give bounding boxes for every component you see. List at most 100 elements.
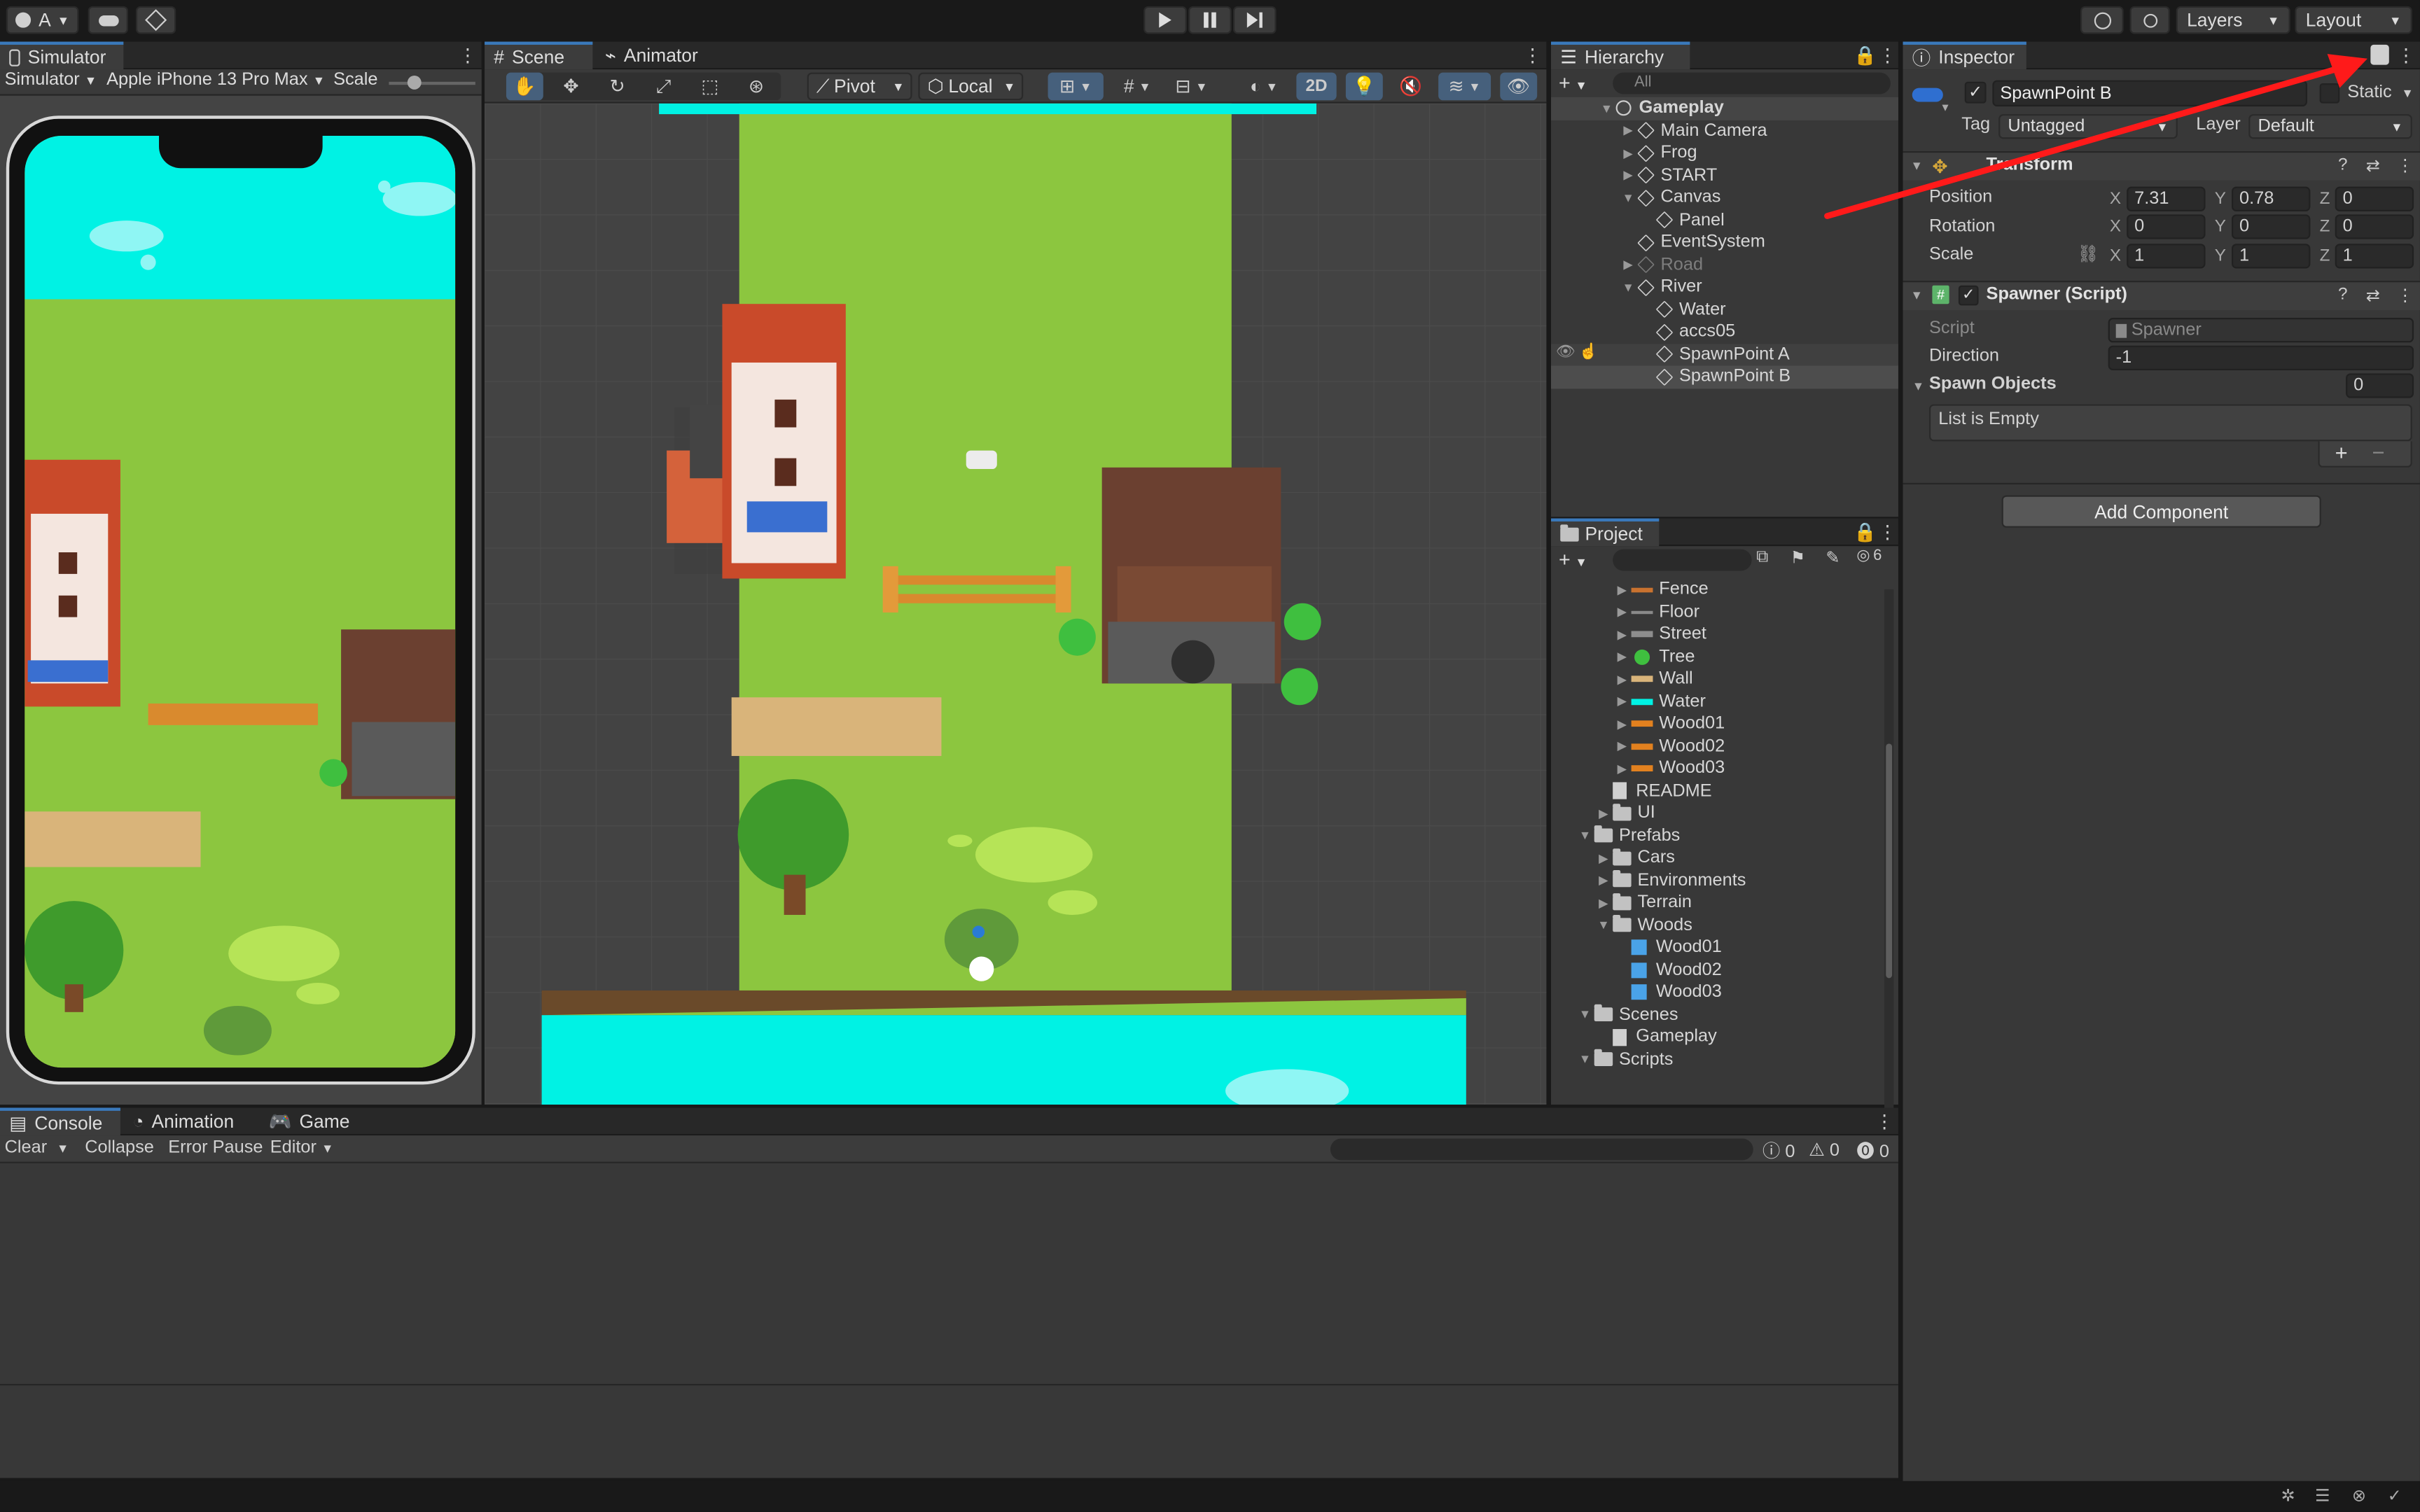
project-item-wood02[interactable]: ▶ Wood02 [1613, 735, 1725, 757]
device-dropdown[interactable]: Apple iPhone 13 Pro Max ▼ [106, 71, 325, 89]
effects-icon[interactable]: ≋ ▼ [1438, 72, 1491, 101]
cloud-button[interactable] [88, 6, 128, 34]
check-icon[interactable]: ✓ [2388, 1485, 2402, 1506]
network-icon[interactable]: ⊗ [2352, 1485, 2366, 1506]
project-item-tree[interactable]: ▶ Tree [1613, 645, 1695, 668]
hierarchy-item-canvas[interactable]: ▼ Canvas [1619, 187, 1720, 209]
tab-animator[interactable]: ⌁ Animator [596, 42, 725, 70]
error-count[interactable]: ⓿ 0 [1856, 1139, 1889, 1163]
editor-dropdown[interactable]: Editor ▼ [270, 1139, 334, 1157]
tab-animation[interactable]: ◔ Animation [123, 1107, 259, 1135]
mode-2d-button[interactable]: 2D [1296, 72, 1337, 101]
project-item-wall[interactable]: ▶ Wall [1613, 668, 1693, 690]
local-dropdown[interactable]: ⬡ Local ▼ [918, 72, 1024, 101]
project-item-environments[interactable]: ▶ Environments [1594, 869, 1746, 892]
hidden-packages-icon[interactable]: ◎ 6 [1856, 547, 1882, 564]
tab-game[interactable]: 🎮 Game [259, 1107, 367, 1135]
component-menu-icon[interactable]: ⋮ [2397, 286, 2414, 305]
spawner-enabled-checkbox[interactable]: ✓ [1958, 285, 1979, 306]
hierarchy-item-spawnpoint-b[interactable]: SpawnPoint B [1637, 365, 1790, 388]
project-item-wood01[interactable]: ▶ Wood01 [1613, 713, 1725, 735]
project-lock-icon[interactable]: 🔒 [1854, 522, 1877, 543]
static-dropdown[interactable]: ▼ [2401, 86, 2413, 100]
visibility-icon[interactable]: 👁 [1500, 72, 1538, 101]
project-item-woods[interactable]: ▼ Woods [1594, 914, 1692, 937]
hierarchy-item-main-camera[interactable]: ▶ Main Camera [1619, 120, 1767, 142]
direction-field[interactable]: -1 [2108, 345, 2414, 370]
tab-project[interactable]: Project [1551, 518, 1660, 547]
lighting-icon[interactable]: 💡 [1345, 72, 1383, 101]
list-remove-button[interactable]: − [2372, 440, 2385, 464]
bug-icon[interactable]: ✲ [2281, 1485, 2295, 1506]
pivot-dropdown[interactable]: ⟋ Pivot ▼ [807, 72, 912, 101]
filter-label-icon[interactable]: ⚑ [1790, 547, 1806, 568]
help-icon[interactable]: ? [2338, 286, 2347, 304]
hierarchy-item-eventsystem[interactable]: EventSystem [1619, 232, 1765, 254]
scale-slider[interactable] [389, 81, 475, 85]
log-count[interactable]: ⓘ 0 [1762, 1139, 1795, 1163]
hierarchy-item-accs05[interactable]: accs05 [1637, 321, 1735, 343]
hierarchy-add-button[interactable]: + ▼ [1559, 71, 1587, 94]
project-item-readme[interactable]: README [1613, 780, 1712, 802]
project-item-scripts[interactable]: ▼ Scripts [1576, 1049, 1673, 1071]
hierarchy-item-panel[interactable]: Panel [1637, 209, 1725, 232]
hierarchy-item-gameplay[interactable]: ▼ Gameplay [1597, 97, 1724, 120]
project-search-input[interactable] [1613, 549, 1752, 571]
scale-slider-handle[interactable] [407, 75, 422, 90]
grid-icon[interactable]: # ▼ [1110, 73, 1165, 101]
project-item-water[interactable]: ▶ Water [1613, 690, 1706, 713]
rect-tool-icon[interactable]: ⬚ [691, 73, 728, 101]
project-item-cars[interactable]: ▶ Cars [1594, 847, 1675, 869]
spawn-objects-foldout-icon[interactable]: ▼ [1912, 379, 1924, 393]
project-item-prefab-wood01[interactable]: Wood01 [1631, 937, 1722, 959]
transform-tool-icon[interactable]: ⊛ [738, 73, 775, 101]
project-item-scenes[interactable]: ▼ Scenes [1576, 1004, 1678, 1026]
scl-z-field[interactable]: 1 [2335, 244, 2414, 269]
simulator-menu-icon[interactable]: ⋮ [459, 45, 477, 66]
search-button[interactable] [2129, 6, 2170, 34]
grid-snap-icon[interactable]: ⊞ ▼ [1048, 72, 1104, 101]
console-divider[interactable] [0, 1383, 1898, 1386]
collapse-button[interactable]: Collapse [85, 1139, 154, 1157]
visibility-toggle-icon[interactable]: 👁 [1556, 344, 1576, 360]
error-pause-button[interactable]: Error Pause [168, 1139, 263, 1157]
tab-scene[interactable]: # Scene [485, 41, 593, 70]
console-search-input[interactable] [1330, 1138, 1753, 1161]
rotate-tool-icon[interactable]: ↻ [599, 73, 636, 101]
spawner-foldout-icon[interactable]: ▼ [1911, 288, 1923, 302]
project-item-prefab-wood03[interactable]: Wood03 [1631, 981, 1722, 1004]
play-button[interactable] [1143, 6, 1187, 34]
project-item-prefab-wood02[interactable]: Wood02 [1631, 959, 1722, 981]
move-tool-icon[interactable]: ✥ [552, 73, 590, 101]
simulator-mode-dropdown[interactable]: Simulator ▼ [5, 71, 97, 89]
layers-dropdown[interactable]: Layers ▼ [2176, 6, 2290, 34]
collab-button[interactable] [135, 6, 176, 34]
favorite-icon[interactable]: ✎ [1826, 547, 1840, 568]
filter-type-icon[interactable]: ⧉ [1756, 547, 1768, 568]
history-button[interactable] [2080, 6, 2124, 34]
hand-tool-icon[interactable]: ✋ [506, 72, 543, 101]
draw-mode-icon[interactable]: ◐ ▼ [1241, 73, 1287, 101]
scale-tool-icon[interactable]: ⤢ [645, 73, 682, 101]
console-menu-icon[interactable]: ⋮ [1875, 1111, 1893, 1133]
project-item-gameplay-scene[interactable]: Gameplay [1613, 1026, 1717, 1049]
audio-icon[interactable]: 🔇 [1392, 73, 1429, 101]
project-menu-icon[interactable]: ⋮ [1878, 522, 1896, 543]
server-icon[interactable]: ☰ [2315, 1485, 2330, 1506]
preset-icon[interactable]: ⇄ [2366, 286, 2380, 305]
project-item-floor[interactable]: ▶ Floor [1613, 601, 1699, 623]
component-menu-icon[interactable]: ⋮ [2397, 156, 2414, 176]
project-item-wood03[interactable]: ▶ Wood03 [1613, 757, 1725, 780]
pickable-toggle-icon[interactable]: ☝ [1579, 344, 1598, 360]
clear-button[interactable]: Clear ▼ [5, 1139, 69, 1157]
project-item-prefabs[interactable]: ▼ Prefabs [1576, 825, 1680, 847]
scl-x-field[interactable]: 1 [2127, 244, 2206, 269]
hierarchy-item-river[interactable]: ▼ River [1619, 276, 1702, 299]
project-item-ui[interactable]: ▶ UI [1594, 802, 1655, 825]
hierarchy-item-water[interactable]: Water [1637, 298, 1726, 321]
hierarchy-item-road[interactable]: ▶ Road [1619, 254, 1703, 276]
tab-simulator[interactable]: Simulator [0, 41, 124, 70]
warning-count[interactable]: ⚠ 0 [1809, 1139, 1840, 1160]
inspector-menu-icon[interactable]: ⋮ [2397, 45, 2415, 66]
spawn-objects-count[interactable]: 0 [2346, 373, 2414, 398]
